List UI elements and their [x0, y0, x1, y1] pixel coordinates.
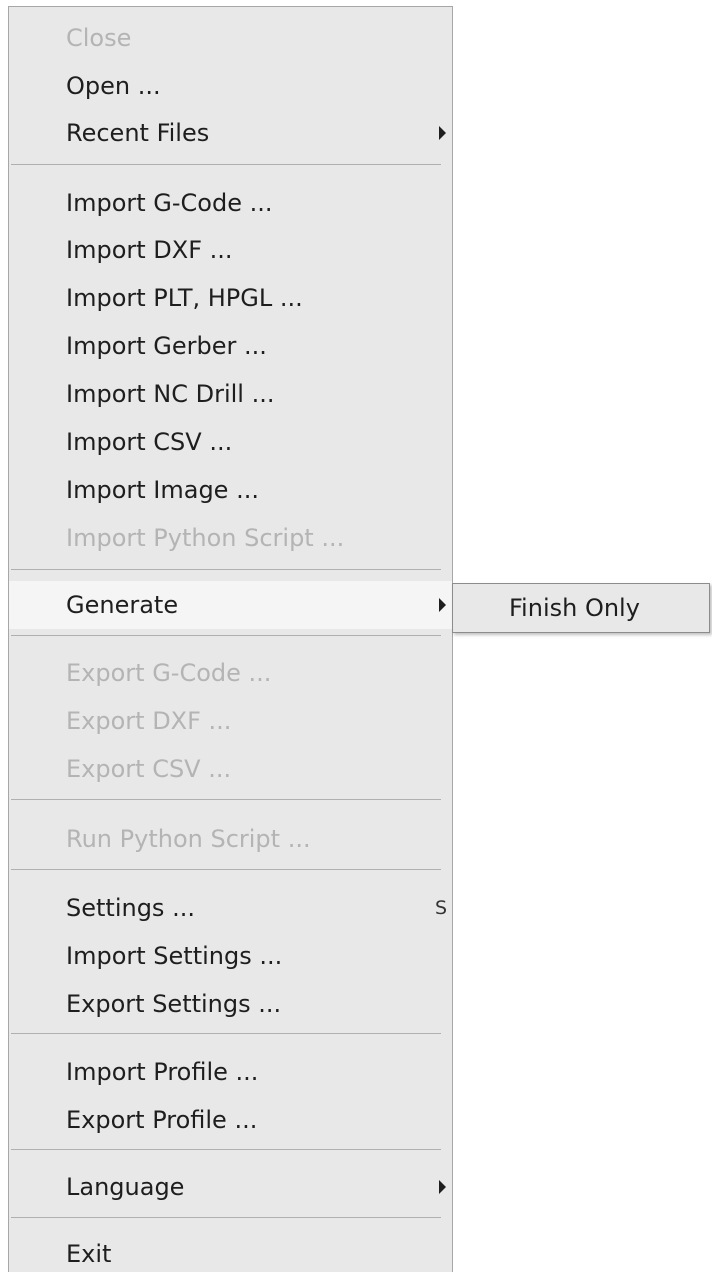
menu-separator [11, 869, 441, 870]
menu-item-label: Export CSV ... [66, 755, 232, 783]
menu-item-label: Import Profile ... [66, 1058, 259, 1086]
menu-separator [11, 799, 441, 800]
menu-item-import-csv[interactable]: Import CSV ... [9, 418, 452, 466]
menu-item-label: Language [66, 1173, 185, 1201]
chevron-right-icon [439, 598, 446, 612]
menu-item-import-dxf[interactable]: Import DXF ... [9, 226, 452, 274]
menu-item-label: Recent Files [66, 119, 210, 147]
menu-item-label: Export Settings ... [66, 990, 282, 1018]
menu-item-label: Close [66, 24, 132, 52]
chevron-right-icon [439, 126, 446, 140]
menu-item-language[interactable]: Language [9, 1163, 452, 1211]
menu-item-label: Import NC Drill ... [66, 380, 275, 408]
menu-item-label: Export DXF ... [66, 707, 232, 735]
menu-item-import-gerber[interactable]: Import Gerber ... [9, 322, 452, 370]
menu-item-import-profile[interactable]: Import Profile ... [9, 1048, 452, 1096]
menu-item-export-dxf[interactable]: Export DXF ... [9, 697, 452, 745]
menu-item-label: Export G-Code ... [66, 659, 272, 687]
menu-item-import-plt-hpgl[interactable]: Import PLT, HPGL ... [9, 274, 452, 322]
menu-item-settings[interactable]: Settings ... S [9, 884, 452, 932]
menu-item-export-gcode[interactable]: Export G-Code ... [9, 649, 452, 697]
menu-item-export-profile[interactable]: Export Profile ... [9, 1096, 452, 1144]
menu-item-import-settings[interactable]: Import Settings ... [9, 932, 452, 980]
menu-item-import-nc-drill[interactable]: Import NC Drill ... [9, 370, 452, 418]
menu-item-label: Export Profile ... [66, 1106, 258, 1134]
menu-item-label: Import Python Script ... [66, 524, 345, 552]
menu-item-label: Import G-Code ... [66, 189, 273, 217]
menu-separator [11, 569, 441, 570]
submenu-item-label: Finish Only [509, 594, 640, 622]
menu-item-label: Exit [66, 1240, 112, 1268]
submenu-item-finish-only[interactable]: Finish Only [453, 584, 709, 632]
menu-separator [11, 1149, 441, 1150]
menu-item-import-image[interactable]: Import Image ... [9, 466, 452, 514]
menu-item-close[interactable]: Close [9, 14, 452, 62]
file-menu: Close Open ... Recent Files Import G-Cod… [8, 6, 453, 1272]
shortcut-label: S [434, 897, 447, 919]
menu-item-label: Import DXF ... [66, 236, 233, 264]
menu-separator [11, 1217, 441, 1218]
menu-item-label: Import Gerber ... [66, 332, 267, 360]
menu-item-label: Run Python Script ... [66, 825, 311, 853]
menu-item-export-csv[interactable]: Export CSV ... [9, 745, 452, 793]
menu-item-exit[interactable]: Exit [9, 1230, 452, 1272]
menu-item-label: Import Settings ... [66, 942, 283, 970]
menu-item-label: Import Image ... [66, 476, 259, 504]
menu-item-label: Import CSV ... [66, 428, 233, 456]
menu-separator [11, 635, 441, 636]
menu-item-recent-files[interactable]: Recent Files [9, 109, 452, 157]
menu-item-import-gcode[interactable]: Import G-Code ... [9, 179, 452, 227]
menu-separator [11, 1033, 441, 1034]
menu-item-label: Import PLT, HPGL ... [66, 284, 303, 312]
menu-item-label: Open ... [66, 72, 161, 100]
menu-item-generate[interactable]: Generate [9, 581, 452, 629]
menu-item-export-settings[interactable]: Export Settings ... [9, 980, 452, 1028]
menu-item-label: Settings ... [66, 894, 195, 922]
chevron-right-icon [439, 1180, 446, 1194]
menu-item-label: Generate [66, 591, 179, 619]
menu-separator [11, 164, 441, 165]
menu-item-run-python-script[interactable]: Run Python Script ... [9, 815, 452, 863]
menu-item-open[interactable]: Open ... [9, 62, 452, 110]
menu-item-import-python-script[interactable]: Import Python Script ... [9, 514, 452, 562]
generate-submenu: Finish Only [452, 583, 710, 633]
